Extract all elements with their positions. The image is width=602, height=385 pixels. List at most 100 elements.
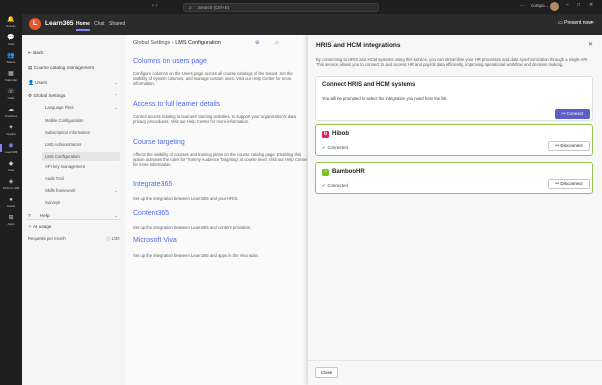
rail-label: Teams <box>6 60 16 64</box>
tab-shared[interactable]: Shared <box>109 21 125 27</box>
panel-footer: Close <box>308 360 602 385</box>
rail-item-perform[interactable]: ◈ Perform 365 <box>0 179 22 190</box>
status-badge: ✔ Connected <box>322 183 348 188</box>
connect-button-label: Connect <box>566 111 584 116</box>
divider <box>26 219 121 220</box>
org-name[interactable]: compo... <box>531 3 548 8</box>
sidebar-subitem-api-key-management[interactable]: API key management <box>45 164 85 169</box>
avatar[interactable] <box>550 2 559 11</box>
rail-item-calendar[interactable]: ▦ Calendar <box>0 71 22 82</box>
section-desc-columns: Configure columns on the Users page acro… <box>133 71 293 87</box>
sidebar-item-users[interactable]: 👤 Users <box>28 80 47 86</box>
chat-icon: 💬 <box>7 35 15 41</box>
more-options-icon[interactable]: ··· <box>520 3 525 9</box>
viva-icon: ◆ <box>8 161 14 167</box>
sidebar-subitem-lms-administrators[interactable]: LMS Administrators <box>45 142 81 147</box>
search-icon: ⌕ <box>189 5 192 11</box>
help-icon: ? <box>28 213 32 218</box>
chevron-down-icon[interactable]: ⌄ <box>114 188 117 193</box>
search-input[interactable]: ⌕ Search (Ctrl+E) <box>183 3 379 12</box>
disconnect-button[interactable]: ⚯ Disconnect <box>548 179 590 189</box>
rail-item-copilot[interactable]: ✦ Copilot <box>0 125 22 136</box>
section-title-integrate365[interactable]: Integrate365 <box>133 181 172 188</box>
search-placeholder: Search (Ctrl+E) <box>198 5 230 10</box>
sidebar-item-course-catalog[interactable]: ▤ Course catalog management <box>28 65 94 71</box>
close-button[interactable]: Close <box>315 367 338 378</box>
sidebar-subitem-subscription-information[interactable]: Subscription Information <box>45 130 90 135</box>
rail-item-onedrive[interactable]: ☁ OneDrive <box>0 107 22 118</box>
section-title-course-targeting[interactable]: Course targeting <box>133 139 185 146</box>
rail-item-apps[interactable]: ⊞ Apps <box>0 215 22 226</box>
copilot-icon: ✦ <box>8 125 14 131</box>
status-badge: ✔ Connected <box>322 145 348 150</box>
sidebar-subitem-language-files[interactable]: Language Files <box>45 105 74 110</box>
rail-item-viva[interactable]: ◆ Viva <box>0 161 22 172</box>
breadcrumb-root[interactable]: Global Settings <box>133 40 170 46</box>
disconnect-button[interactable]: ⚯ Disconnect <box>548 141 590 151</box>
chevron-up-icon[interactable]: ⌃ <box>114 93 117 98</box>
status-label: Connected <box>327 183 348 188</box>
section-title-content365[interactable]: Content365 <box>133 210 169 217</box>
sidebar-subitem-surveys[interactable]: Surveys <box>45 200 60 205</box>
settings-gear-icon[interactable]: ⚙ <box>255 40 259 46</box>
section-title-microsoft-viva[interactable]: Microsoft Viva <box>133 237 177 244</box>
sidebar-item-back[interactable]: ⇤ Back <box>28 50 44 56</box>
section-title-learner-details[interactable]: Access to full learner details <box>133 101 220 108</box>
sidebar-item-label: Global Settings <box>33 93 66 98</box>
bamboohr-logo-icon: ~ <box>322 169 329 176</box>
sidebar-subitem-skills-framework[interactable]: Skills framework <box>45 188 75 193</box>
page-title: LMS Configuration <box>175 40 221 46</box>
window-close-icon[interactable]: ✕ <box>589 2 593 8</box>
sidebar: ⇤ Back ▤ Course catalog management 👤 Use… <box>22 35 125 385</box>
disconnect-button-label: Disconnect <box>560 181 583 186</box>
feedback-icon[interactable]: ▱ <box>275 40 279 46</box>
rail-item-teams[interactable]: 👥 Teams <box>0 53 22 64</box>
teams-icon: 👥 <box>7 53 15 59</box>
breadcrumb-separator: › <box>171 40 174 46</box>
maximize-icon[interactable]: □ <box>577 2 580 8</box>
rail-label: Copilot <box>6 132 16 136</box>
sidebar-subitem-audit-trail[interactable]: Audit Trail <box>45 176 64 181</box>
panel-title: HRIS and HCM integrations <box>316 42 401 49</box>
check-circle-icon: ✔ <box>322 145 326 150</box>
history-arrows-icon[interactable]: ‹ › <box>152 3 158 9</box>
rail-label: Perform 365 <box>2 186 20 190</box>
app-close-icon[interactable]: ✕ <box>590 20 594 26</box>
present-now-button[interactable]: ▭ Present now <box>558 20 592 26</box>
sidebar-subitem-lms-configuration[interactable]: LMS Configuration <box>42 152 120 161</box>
phone-icon: ☏ <box>7 89 15 95</box>
requests-value: 1/30 <box>111 236 120 241</box>
rail-item-chat[interactable]: 💬 Chat <box>0 35 22 46</box>
chevron-down-icon[interactable]: ⌄ <box>114 213 117 218</box>
section-desc-learner-details: Control access relating to learners' tra… <box>133 114 296 125</box>
rail-item-activity[interactable]: 🔔 Activity <box>0 17 22 28</box>
provider-card-hibob: b Hibob ✔ Connected ⚯ Disconnect <box>315 124 593 156</box>
tab-home[interactable]: Home <box>76 21 90 31</box>
cloud-icon: ☁ <box>8 107 14 113</box>
rail-item-calls[interactable]: ☏ Calls <box>0 89 22 100</box>
app-rail: 🔔 Activity 💬 Chat 👥 Teams ▦ Calendar ☏ Calls … <box>0 14 22 385</box>
section-desc-microsoft-viva: Set up the integration between Learn365 … <box>133 253 259 258</box>
provider-card-bamboohr: ~ BambooHR ✔ Connected ⚯ Disconnect <box>315 162 593 194</box>
chevron-down-icon[interactable]: ⌄ <box>114 80 117 85</box>
sidebar-item-global-settings[interactable]: ⚙ Global Settings <box>28 93 65 99</box>
provider-name: BambooHR <box>332 169 365 175</box>
provider-name: Hibob <box>332 131 349 137</box>
section-desc-integrate365: Set up the integration between Learn365 … <box>133 196 239 201</box>
present-label: Present now <box>564 20 592 26</box>
connect-card-title: Connect HRIS and HCM systems <box>322 82 416 88</box>
tab-chat[interactable]: Chat <box>94 21 105 27</box>
calendar-icon: ▦ <box>8 71 14 77</box>
connect-button[interactable]: ⚯ Connect <box>555 109 590 119</box>
chevron-down-icon[interactable]: ⌄ <box>114 105 117 110</box>
minimize-icon[interactable]: – <box>566 2 569 8</box>
sidebar-subitem-mobile-configuration[interactable]: Mobile Configuration <box>45 118 83 123</box>
rail-label: OneDrive <box>4 114 18 118</box>
sidebar-item-ai-usage[interactable]: ✧ AI usage <box>28 224 52 230</box>
connect-card-desc: You will be prompted to select the integ… <box>322 96 448 101</box>
sidebar-item-help[interactable]: ? Help <box>28 213 50 218</box>
rail-item-assist[interactable]: ● Assist <box>0 197 22 208</box>
section-title-columns[interactable]: Columns on users page <box>133 58 207 65</box>
close-icon[interactable]: ✕ <box>588 41 593 48</box>
rail-item-learn365[interactable]: ◉ Learn365 <box>0 143 22 154</box>
